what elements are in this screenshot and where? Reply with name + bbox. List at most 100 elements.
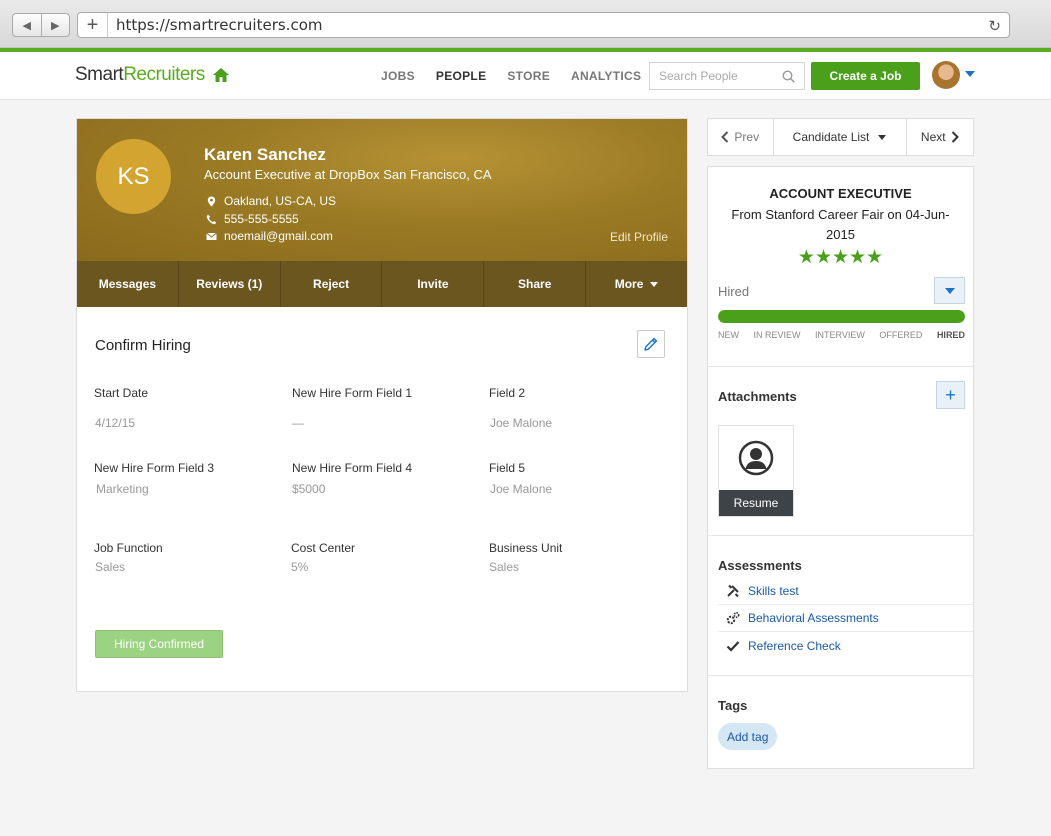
add-attachment-button[interactable]: + — [936, 381, 965, 409]
hiring-progress-fill — [718, 310, 965, 323]
status-dropdown-button[interactable] — [934, 277, 965, 304]
reject-label: Reject — [313, 277, 350, 291]
field-value-field-5: Joe Malone — [490, 482, 553, 496]
nav-store[interactable]: STORE — [507, 69, 550, 83]
logo-part1: Smart — [75, 64, 124, 85]
back-icon[interactable]: ◀ — [13, 14, 42, 36]
field-label-new-hire-3: New Hire Form Field 3 — [94, 461, 215, 475]
assessment-reference-check[interactable]: Reference Check — [718, 632, 973, 659]
divider — [708, 675, 973, 676]
invite-button[interactable]: Invite — [382, 261, 485, 307]
stage-new: NEW — [718, 330, 739, 340]
field-value-new-hire-1: — — [292, 416, 304, 430]
job-source: From Stanford Career Fair on 04-Jun-2015 — [731, 207, 950, 242]
candidate-title: Account Executive at DropBox San Francis… — [204, 167, 492, 182]
reject-button[interactable]: Reject — [281, 261, 383, 307]
assessment-skills-test[interactable]: Skills test — [718, 578, 973, 605]
email-icon — [206, 232, 217, 240]
messages-button[interactable]: Messages — [77, 261, 179, 307]
chevron-down-icon[interactable] — [965, 71, 975, 77]
more-label: More — [614, 277, 644, 291]
edit-profile-link[interactable]: Edit Profile — [610, 230, 668, 244]
prev-label: Prev — [734, 130, 760, 144]
chevron-left-icon — [721, 131, 729, 143]
candidate-list-label: Candidate List — [792, 130, 870, 144]
person-circle-icon — [738, 440, 774, 476]
field-value-field-2: Joe Malone — [490, 416, 553, 430]
candidate-action-bar: Messages Reviews (1) Reject Invite Share… — [77, 261, 687, 307]
add-tag-button[interactable]: Add tag — [718, 723, 778, 750]
main-nav: JOBS PEOPLE STORE ANALYTICS — [381, 69, 641, 83]
chevron-down-icon — [944, 287, 955, 294]
candidate-name: Karen Sanchez — [204, 145, 326, 164]
job-sidebar: ACCOUNT EXECUTIVE From Stanford Career F… — [707, 166, 974, 769]
user-avatar[interactable] — [932, 61, 960, 89]
reload-icon[interactable]: ↻ — [988, 17, 1001, 35]
field-value-new-hire-3: Marketing — [96, 482, 149, 496]
hiring-progress-bar — [718, 310, 965, 323]
logo-part2: Recruiters — [123, 64, 205, 85]
address-bar[interactable]: + https://smartrecruiters.com ↻ — [77, 12, 1010, 38]
tools-icon — [725, 584, 741, 598]
more-button[interactable]: More — [586, 261, 687, 307]
field-value-business-unit: Sales — [489, 560, 520, 574]
candidate-list-dropdown[interactable]: Candidate List — [774, 119, 907, 155]
candidate-location: Oakland, US-CA, US — [206, 194, 336, 208]
resume-attachment[interactable]: Resume — [718, 425, 794, 517]
attachments-title: Attachments — [718, 389, 797, 404]
hiring-confirmed-button[interactable]: Hiring Confirmed — [95, 630, 223, 658]
home-icon[interactable] — [212, 66, 230, 84]
field-label-business-unit: Business Unit — [489, 541, 563, 555]
invite-label: Invite — [417, 277, 449, 291]
logo[interactable]: SmartRecruiters — [75, 64, 205, 86]
stage-in-review: IN REVIEW — [753, 330, 801, 340]
next-button[interactable]: Next — [907, 119, 974, 155]
nav-jobs[interactable]: JOBS — [381, 69, 415, 83]
create-job-button[interactable]: Create a Job — [811, 62, 920, 90]
chevron-down-icon — [650, 281, 659, 287]
share-button[interactable]: Share — [484, 261, 587, 307]
field-value-cost-center: 5% — [291, 560, 309, 574]
messages-label: Messages — [98, 277, 157, 291]
next-label: Next — [920, 130, 946, 144]
assessment-label: Behavioral Assessments — [748, 611, 879, 625]
search-input[interactable] — [659, 69, 779, 83]
search-icon[interactable] — [782, 70, 795, 83]
phone-text: 555-555-5555 — [224, 212, 299, 226]
job-title: ACCOUNT EXECUTIVE — [769, 186, 912, 201]
pipeline-stages: NEW IN REVIEW INTERVIEW OFFERED HIRED — [718, 330, 965, 340]
browser-nav-buttons: ◀ ▶ — [12, 13, 70, 37]
prev-button[interactable]: Prev — [708, 119, 774, 155]
check-icon — [725, 639, 741, 653]
field-label-start-date: Start Date — [94, 386, 149, 400]
section-title: Confirm Hiring — [95, 337, 191, 354]
nav-analytics[interactable]: ANALYTICS — [571, 69, 641, 83]
stage-offered: OFFERED — [879, 330, 923, 340]
tags-title: Tags — [718, 698, 748, 713]
field-label-field-5: Field 5 — [489, 461, 526, 475]
candidate-pager: Prev Candidate List Next — [707, 118, 974, 156]
new-tab-icon[interactable]: + — [78, 13, 108, 37]
location-text: Oakland, US-CA, US — [224, 194, 337, 208]
assessment-label: Skills test — [748, 584, 799, 598]
phone-icon — [206, 214, 217, 224]
pencil-icon — [644, 337, 658, 351]
url-text[interactable]: https://smartrecruiters.com — [116, 16, 322, 34]
browser-toolbar: ◀ ▶ + https://smartrecruiters.com ↻ — [0, 0, 1051, 48]
edit-hiring-button[interactable] — [637, 330, 665, 358]
reviews-button[interactable]: Reviews (1) — [179, 261, 281, 307]
candidate-phone: 555-555-5555 — [206, 212, 299, 226]
email-text[interactable]: noemail@gmail.com — [224, 229, 333, 243]
plus-icon: + — [945, 384, 956, 405]
stage-hired: HIRED — [936, 330, 965, 340]
chevron-right-icon — [951, 131, 959, 143]
assessment-behavioral[interactable]: Behavioral Assessments — [718, 605, 973, 632]
field-label-cost-center: Cost Center — [291, 541, 356, 555]
nav-people[interactable]: PEOPLE — [436, 69, 486, 83]
reviews-label: Reviews (1) — [196, 277, 263, 291]
assessment-label: Reference Check — [748, 638, 841, 653]
forward-icon[interactable]: ▶ — [42, 14, 70, 36]
star-rating[interactable]: ★★★★★ — [708, 246, 973, 269]
resume-label: Resume — [719, 490, 793, 516]
status-label: Hired — [718, 284, 750, 299]
